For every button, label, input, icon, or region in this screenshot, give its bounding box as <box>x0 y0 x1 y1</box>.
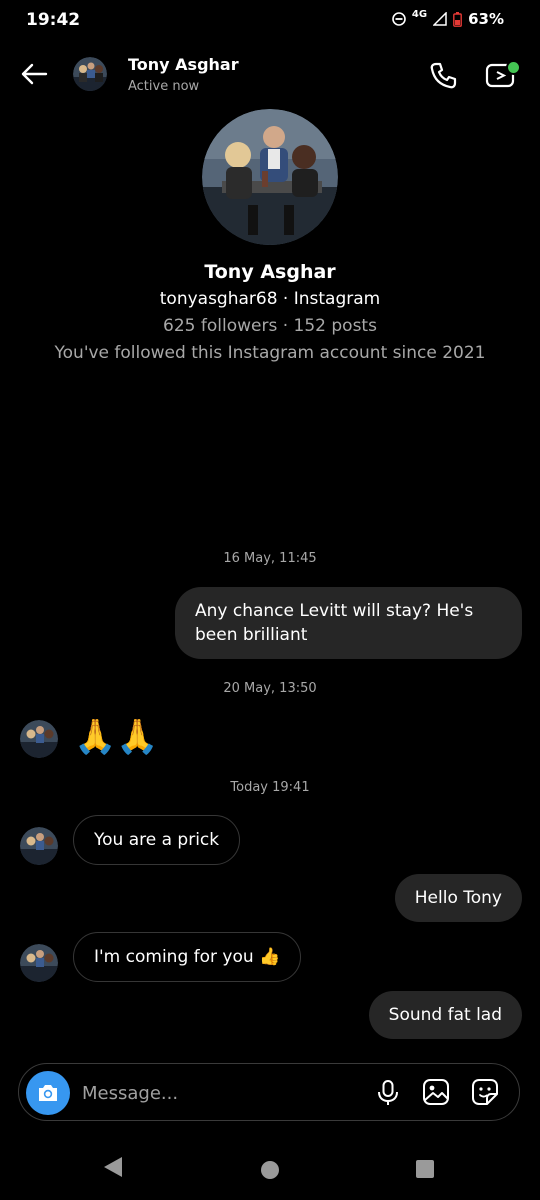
message-input[interactable] <box>82 1080 342 1106</box>
gallery-icon[interactable] <box>422 1078 450 1106</box>
profile-avatar[interactable] <box>202 109 338 245</box>
message-outgoing[interactable]: Hello Tony <box>394 874 522 922</box>
camera-button[interactable] <box>26 1071 70 1115</box>
signal-icon <box>433 12 447 26</box>
sender-avatar[interactable] <box>20 827 58 865</box>
battery-percent: 63% <box>468 10 504 28</box>
sender-avatar[interactable] <box>20 944 58 982</box>
message-incoming-emoji[interactable]: 🙏🙏 <box>74 714 159 760</box>
microphone-icon[interactable] <box>376 1079 400 1107</box>
sticker-icon[interactable] <box>471 1078 499 1106</box>
battery-icon <box>453 11 462 27</box>
status-icons: 4G 63% <box>392 8 504 28</box>
phone-call-icon[interactable] <box>428 61 458 91</box>
sender-avatar[interactable] <box>20 720 58 758</box>
camera-icon <box>39 1085 57 1101</box>
timestamp: 16 May, 11:45 <box>223 551 317 566</box>
profile-stats: 625 followers · 152 posts <box>163 316 377 336</box>
message-incoming[interactable]: I'm coming for you 👍 <box>73 932 302 982</box>
back-arrow-icon[interactable] <box>20 62 48 86</box>
header-name[interactable]: Tony Asghar <box>128 55 239 74</box>
home-nav-icon[interactable] <box>260 1160 280 1180</box>
back-nav-icon[interactable] <box>102 1155 124 1179</box>
status-time: 19:42 <box>26 10 81 30</box>
profile-handle: tonyasghar68 · Instagram <box>159 289 381 309</box>
timestamp: 20 May, 13:50 <box>223 681 317 696</box>
profile-follow-info: You've followed this Instagram account s… <box>54 343 486 363</box>
recents-nav-icon[interactable] <box>416 1160 434 1178</box>
header-avatar[interactable] <box>73 57 107 91</box>
network-label: 4G <box>411 8 428 20</box>
timestamp: Today 19:41 <box>230 780 310 795</box>
dnd-icon <box>392 12 406 26</box>
video-call-button[interactable] <box>485 60 521 90</box>
message-incoming[interactable]: You are a prick <box>73 815 241 865</box>
message-outgoing[interactable]: Sound fat lad <box>368 991 522 1039</box>
online-dot <box>506 60 521 75</box>
header-active-status: Active now <box>128 79 200 94</box>
message-outgoing[interactable]: Any chance Levitt will stay? He's been b… <box>175 587 522 659</box>
profile-name: Tony Asghar <box>204 261 336 283</box>
